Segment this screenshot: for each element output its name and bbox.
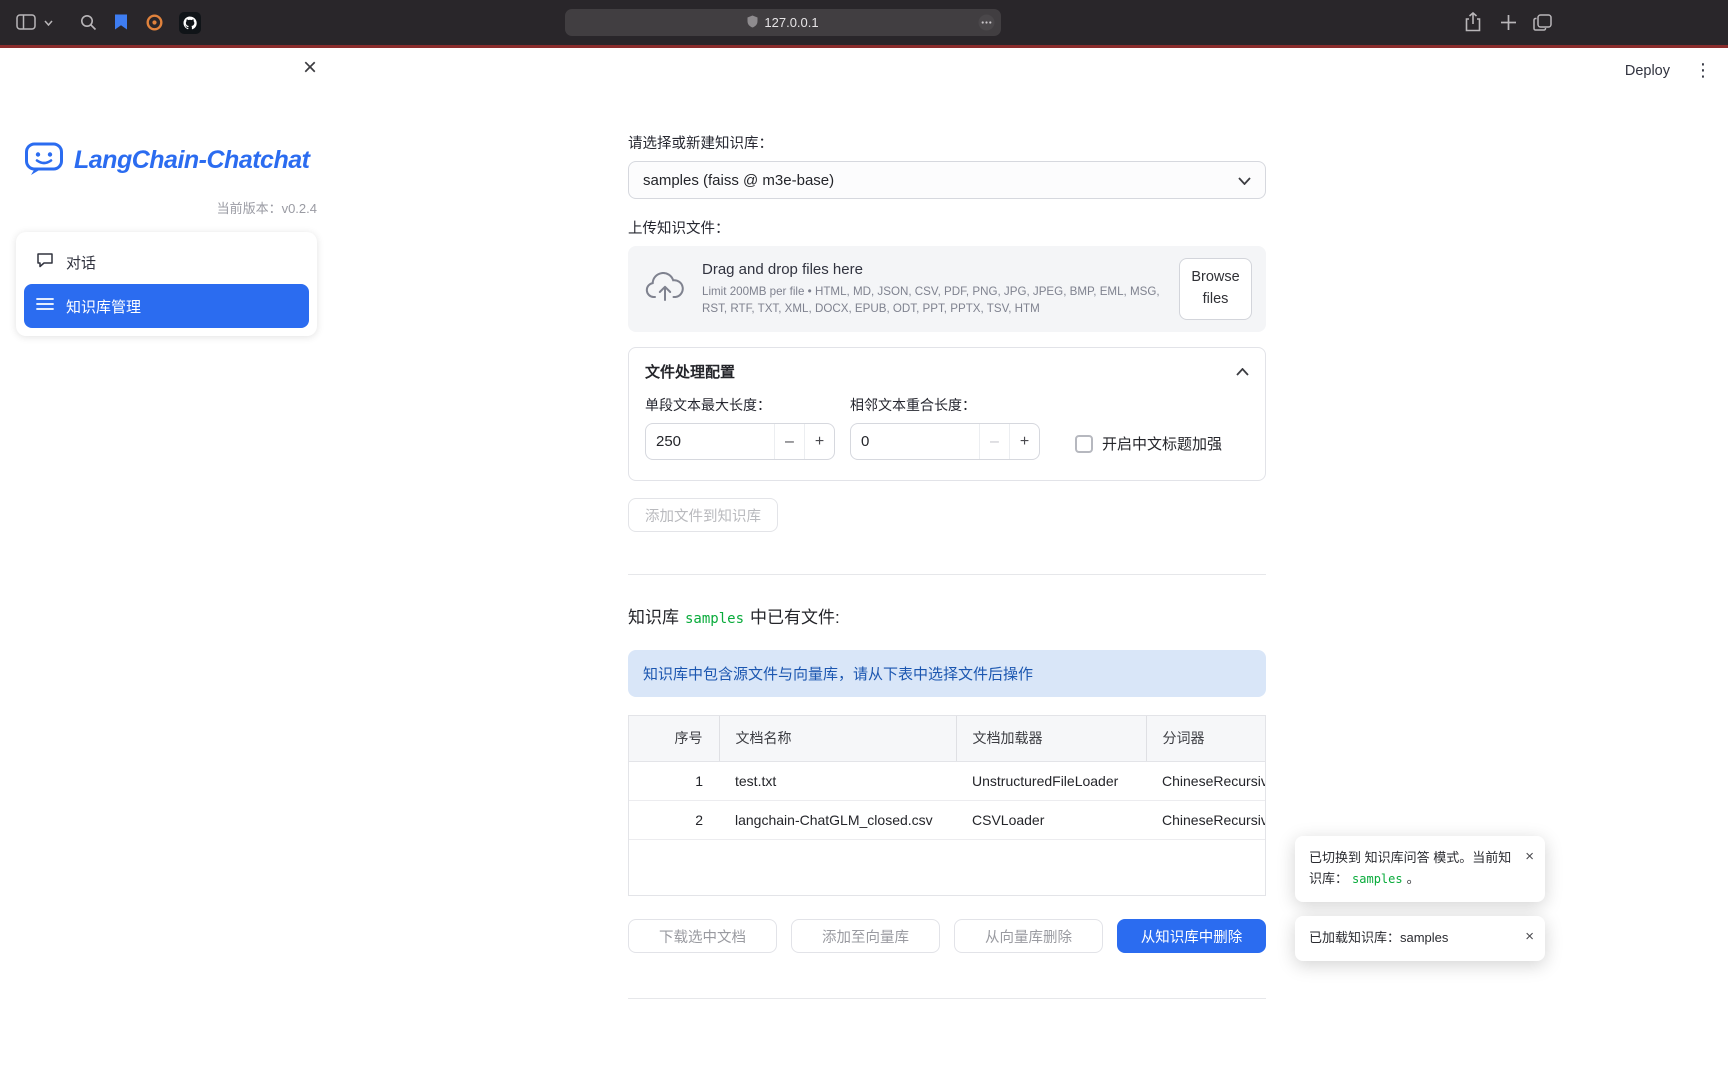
dropzone-limit: Limit 200MB per file • HTML, MD, JSON, C… [702, 284, 1163, 317]
overlap-size-plus-button[interactable]: + [1009, 424, 1039, 459]
cell-loader: CSVLoader [956, 800, 1146, 839]
chunk-size-input-group: – + [645, 423, 835, 460]
browse-files-button[interactable]: Browse files [1179, 258, 1252, 320]
chatbot-logo-icon [24, 140, 64, 181]
cell-splitter: ChineseRecursiveTextSplitter [1146, 800, 1266, 839]
zh-title-enhance-field: 开启中文标题加强 [1075, 425, 1222, 462]
shield-icon [747, 15, 758, 31]
zh-title-enhance-label: 开启中文标题加强 [1102, 433, 1222, 454]
page-settings-icon[interactable] [978, 14, 995, 34]
tab-overview-icon[interactable] [1533, 14, 1552, 31]
upload-cloud-icon [644, 272, 686, 307]
table-row[interactable]: 1 test.txt UnstructuredFileLoader Chines… [629, 761, 1266, 800]
streamlit-header: Deploy ⋮ [1625, 60, 1712, 81]
share-icon[interactable] [1464, 12, 1482, 32]
download-selected-button[interactable]: 下载选中文档 [628, 919, 777, 953]
info-alert: 知识库中包含源文件与向量库，请从下表中选择文件后操作 [628, 650, 1266, 697]
file-actions: 下载选中文档 添加至向量库 从向量库删除 从知识库中删除 [628, 919, 1266, 953]
zh-title-enhance-checkbox[interactable] [1075, 435, 1093, 453]
file-dropzone[interactable]: Drag and drop files here Limit 200MB per… [628, 246, 1266, 332]
sidebar-item-label: 知识库管理 [66, 296, 141, 317]
expander-title: 文件处理配置 [645, 361, 735, 382]
file-config-expander: 文件处理配置 单段文本最大长度： – + [628, 347, 1266, 481]
sidebar-close-icon[interactable]: × [303, 56, 317, 80]
overlap-size-minus-button[interactable]: – [979, 424, 1009, 459]
col-header-index[interactable]: 序号 [629, 716, 719, 761]
delete-from-vector-button[interactable]: 从向量库删除 [954, 919, 1103, 953]
chunk-size-minus-button[interactable]: – [774, 424, 804, 459]
main-menu-icon[interactable]: ⋮ [1694, 60, 1712, 81]
sidebar: × LangChain-Chatchat 当前版本：v0.2.4 对话 知识库管… [0, 48, 333, 1080]
sidebar-item-knowledge-base[interactable]: 知识库管理 [24, 284, 309, 328]
upload-label: 上传知识文件： [628, 217, 1266, 238]
cell-name: test.txt [719, 761, 956, 800]
delete-from-kb-button[interactable]: 从知识库中删除 [1117, 919, 1266, 953]
col-header-loader[interactable]: 文档加载器 [956, 716, 1146, 761]
toast-mode-switched: 已切换到 知识库问答 模式。当前知识库：samples。 × [1295, 836, 1545, 902]
cell-name: langchain-ChatGLM_closed.csv [719, 800, 956, 839]
main-content: 请选择或新建知识库： samples (faiss @ m3e-base) 上传… [628, 48, 1266, 999]
dropzone-text: Drag and drop files here Limit 200MB per… [702, 261, 1163, 317]
chunk-size-field: 单段文本最大长度： – + [645, 395, 835, 462]
cell-index: 2 [629, 800, 719, 839]
kb-name-code: samples [685, 611, 744, 627]
chevron-up-icon [1236, 363, 1249, 381]
add-files-button[interactable]: 添加文件到知识库 [628, 498, 778, 532]
github-icon[interactable] [179, 12, 201, 34]
url-text: 127.0.0.1 [764, 15, 818, 30]
chunk-size-label: 单段文本最大长度： [645, 395, 835, 415]
table-row[interactable]: 2 langchain-ChatGLM_closed.csv CSVLoader… [629, 800, 1266, 839]
chunk-size-plus-button[interactable]: + [804, 424, 834, 459]
bottom-divider [628, 998, 1266, 999]
cell-splitter: ChineseRecursiveTextSplitter [1146, 761, 1266, 800]
overlap-size-input-group: – + [850, 423, 1040, 460]
sidebar-nav: 对话 知识库管理 [16, 232, 317, 336]
sidebar-item-label: 对话 [66, 252, 96, 273]
col-header-splitter[interactable]: 分词器 [1146, 716, 1266, 761]
toast-close-icon[interactable]: × [1525, 925, 1534, 949]
toast-kb-loaded: 已加载知识库：samples × [1295, 916, 1545, 961]
dropzone-title: Drag and drop files here [702, 261, 1163, 278]
kb-select[interactable]: samples (faiss @ m3e-base) [628, 161, 1266, 199]
chat-bubble-icon [36, 251, 54, 273]
add-to-vector-button[interactable]: 添加至向量库 [791, 919, 940, 953]
sidebar-item-dialogue[interactable]: 对话 [24, 240, 309, 284]
chunk-size-input[interactable] [646, 424, 774, 459]
version-label: 当前版本：v0.2.4 [217, 198, 317, 217]
heading-prefix: 知识库 [628, 608, 679, 627]
overlap-size-field: 相邻文本重合长度： – + [850, 395, 1040, 462]
existing-files-heading: 知识库 samples 中已有文件: [628, 603, 1266, 628]
toast-text-suffix: 。 [1407, 871, 1420, 886]
toast-text: 已加载知识库：samples [1309, 930, 1448, 945]
expander-body: 单段文本最大长度： – + 相邻文本重合长度： – + [629, 392, 1265, 480]
search-icon[interactable] [80, 14, 97, 31]
chevron-down-icon[interactable] [44, 20, 53, 26]
app-logo: LangChain-Chatchat [24, 140, 309, 181]
kb-select-value: samples (faiss @ m3e-base) [643, 172, 834, 189]
app-logo-text: LangChain-Chatchat [74, 146, 309, 175]
cell-index: 1 [629, 761, 719, 800]
col-header-name[interactable]: 文档名称 [719, 716, 956, 761]
new-tab-icon[interactable] [1500, 14, 1517, 31]
table-header-row: 序号 文档名称 文档加载器 分词器 [629, 716, 1266, 761]
list-icon [36, 297, 54, 315]
kb-select-label: 请选择或新建知识库： [628, 132, 1266, 153]
cell-loader: UnstructuredFileLoader [956, 761, 1146, 800]
deploy-button[interactable]: Deploy [1625, 63, 1670, 79]
app-icon-orange[interactable] [146, 14, 163, 31]
files-table: 序号 文档名称 文档加载器 分词器 1 test.txt Unstructure… [628, 715, 1266, 896]
browser-toolbar: 127.0.0.1 [0, 0, 1728, 45]
app-icon-blue[interactable] [113, 13, 129, 31]
select-chevron-down-icon [1238, 172, 1251, 189]
overlap-size-label: 相邻文本重合长度： [850, 395, 1040, 415]
heading-suffix: 中已有文件: [750, 608, 840, 627]
expander-header[interactable]: 文件处理配置 [629, 348, 1265, 392]
section-divider [628, 574, 1266, 575]
sidebar-toggle-icon[interactable] [16, 14, 36, 30]
toast-kb-code: samples [1352, 872, 1403, 886]
url-bar[interactable]: 127.0.0.1 [565, 9, 1001, 36]
overlap-size-input[interactable] [851, 424, 979, 459]
toast-close-icon[interactable]: × [1525, 845, 1534, 869]
